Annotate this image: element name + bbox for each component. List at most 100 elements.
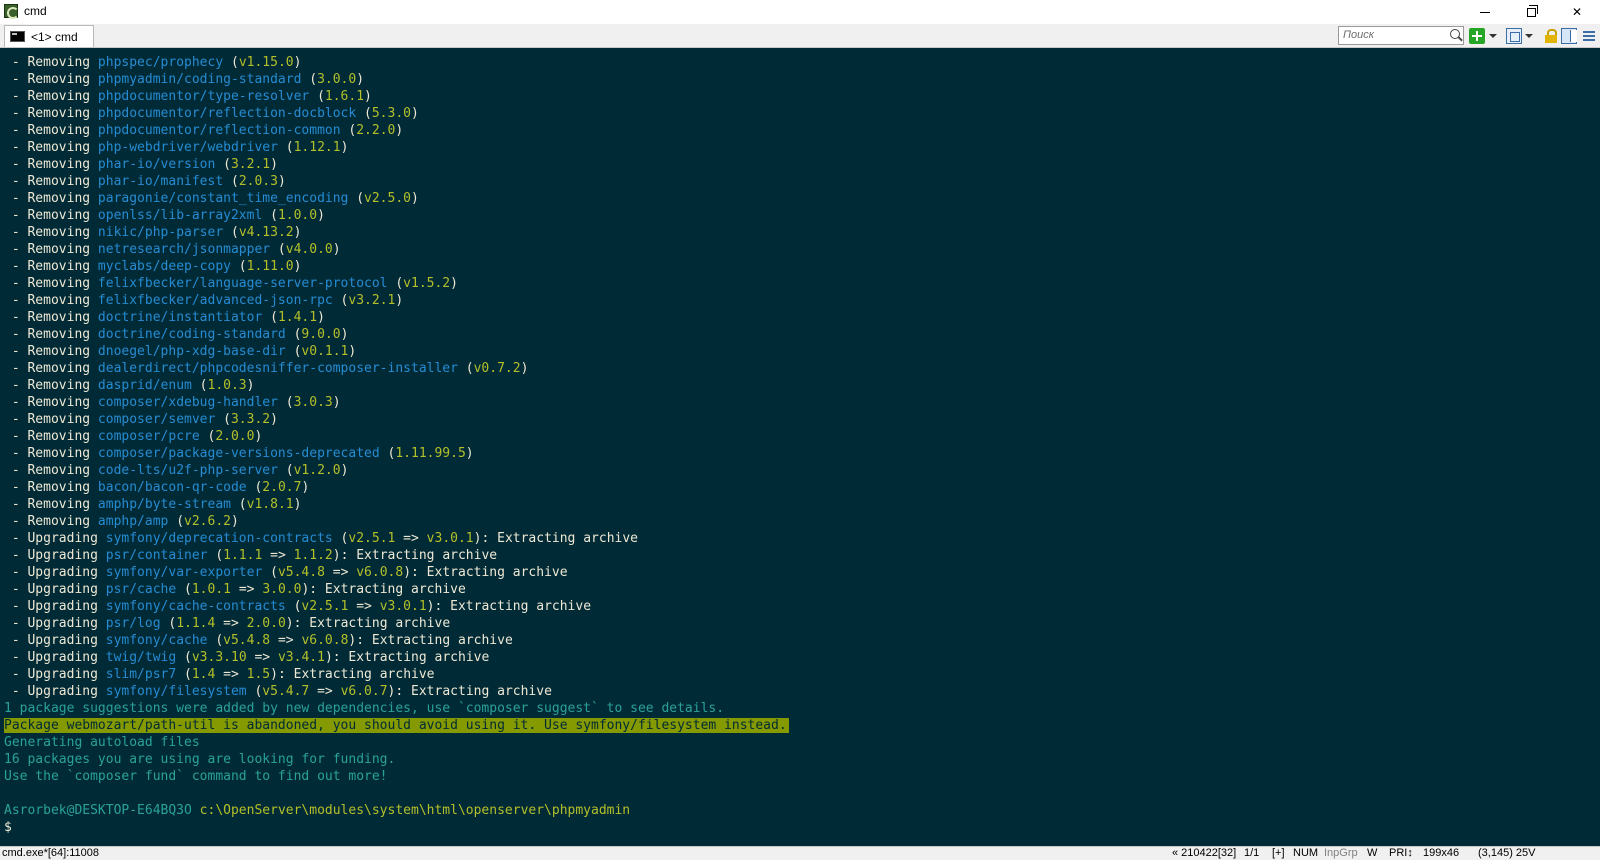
package-name: phpdocumentor/reflection-docblock — [97, 106, 357, 121]
package-version: v1.2.0 — [293, 463, 341, 478]
action-label: - Removing — [4, 276, 98, 291]
console-line: - Removing nikic/php-parser (v4.13.2) — [4, 225, 302, 240]
status-w[interactable]: W — [1367, 847, 1377, 860]
package-version: 3.3.2 — [230, 412, 271, 427]
console-line: - Removing phar-io/manifest (2.0.3) — [4, 174, 286, 189]
search-input[interactable]: Поиск — [1338, 26, 1464, 45]
dropdown-icon[interactable] — [1489, 34, 1497, 38]
console-line: - Removing openlss/lib-array2xml (1.0.0) — [4, 208, 325, 223]
version-from: v5.4.8 — [277, 565, 325, 580]
version-from: 1.4 — [191, 667, 216, 682]
upgrade-suffix: ): Extracting archive — [348, 633, 513, 648]
console-line: 1 package suggestions were added by new … — [4, 700, 789, 717]
package-version: 2.2.0 — [356, 123, 396, 138]
package-name: slim/psr7 — [105, 667, 177, 682]
status-bar: cmd.exe*[64]:11008 « 210422[32] 1/1 [+] … — [0, 846, 1600, 860]
action-label: - Removing — [4, 514, 98, 529]
version-to: v6.0.8 — [301, 633, 349, 648]
console-line: Package webmozart/path-util is abandoned… — [4, 717, 789, 734]
package-name: symfony/filesystem — [105, 684, 247, 699]
version-to: 3.0.0 — [262, 582, 302, 597]
search-icon[interactable] — [1450, 29, 1460, 39]
package-name: netresearch/jsonmapper — [97, 242, 271, 257]
package-name: paragonie/constant_time_encoding — [97, 191, 349, 206]
action-label: - Removing — [4, 72, 98, 87]
package-name: phpdocumentor/type-resolver — [97, 89, 310, 104]
console-line: - Upgrading symfony/cache (v5.4.8 => v6.… — [4, 633, 513, 648]
action-label: - Upgrading — [4, 684, 106, 699]
console-line: - Removing phpdocumentor/reflection-comm… — [4, 123, 404, 138]
console-line: - Removing dnoegel/php-xdg-base-dir (v0.… — [4, 344, 357, 359]
console-line: - Removing dasprid/enum (1.0.3) — [4, 378, 255, 393]
action-label: - Upgrading — [4, 565, 106, 580]
version-from: v5.4.7 — [262, 684, 310, 699]
package-name: dasprid/enum — [97, 378, 192, 393]
package-version: v0.1.1 — [301, 344, 349, 359]
menu-icon[interactable] — [1581, 28, 1597, 44]
package-name: phpmyadmin/coding-standard — [97, 72, 302, 87]
package-version: 1.6.1 — [324, 89, 365, 104]
package-version: v4.0.0 — [285, 242, 333, 257]
package-name: php-webdriver/webdriver — [97, 140, 278, 155]
minimize-icon — [1480, 11, 1490, 13]
status-plus[interactable]: [+] — [1272, 847, 1285, 860]
title-bar[interactable]: cmd ✕ — [0, 0, 1600, 24]
package-version: 2.0.0 — [215, 429, 255, 444]
action-label: - Upgrading — [4, 616, 106, 631]
action-label: - Removing — [4, 395, 98, 410]
console-line: Generating autoload files — [4, 734, 789, 751]
package-version: 3.2.1 — [230, 157, 271, 172]
input-line[interactable]: $ — [4, 819, 789, 836]
version-to: v6.0.7 — [340, 684, 388, 699]
package-name: phar-io/manifest — [97, 174, 224, 189]
version-to: v6.0.8 — [356, 565, 404, 580]
package-version: 1.12.1 — [293, 140, 341, 155]
package-name: composer/package-versions-deprecated — [97, 446, 380, 461]
package-version: 1.0.3 — [207, 378, 247, 393]
upgrade-suffix: ): Extracting archive — [473, 531, 639, 546]
status-inpgrp[interactable]: InpGrp — [1324, 847, 1358, 860]
package-version: 5.3.0 — [371, 106, 411, 121]
console-line: - Removing paragonie/constant_time_encod… — [4, 191, 419, 206]
action-label: - Upgrading — [4, 633, 106, 648]
console-output[interactable]: - Removing phpspec/prophecy (v1.15.0) - … — [0, 48, 1600, 846]
lock-icon[interactable] — [1543, 28, 1559, 44]
action-label: - Removing — [4, 174, 98, 189]
window-icon[interactable] — [1561, 28, 1577, 44]
status-cursor[interactable]: (3,145) 25V — [1478, 847, 1535, 860]
maximize-button[interactable] — [1508, 0, 1554, 24]
package-name: amphp/amp — [97, 514, 169, 529]
action-label: - Removing — [4, 446, 98, 461]
console-line: - Upgrading symfony/deprecation-contract… — [4, 531, 639, 546]
console-line: - Upgrading symfony/cache-contracts (v2.… — [4, 599, 592, 614]
upgrade-suffix: ): Extracting archive — [426, 599, 592, 614]
action-label: - Removing — [4, 259, 98, 274]
action-label: - Upgrading — [4, 582, 106, 597]
version-to: 1.5 — [246, 667, 271, 682]
console-line: - Removing amphp/amp (v2.6.2) — [4, 514, 239, 529]
package-name: composer/xdebug-handler — [97, 395, 278, 410]
package-name: felixfbecker/advanced-json-rpc — [97, 293, 333, 308]
package-name: symfony/cache-contracts — [105, 599, 286, 614]
status-pri[interactable]: PRI↕ — [1389, 847, 1413, 860]
package-name: psr/cache — [105, 582, 177, 597]
action-label: - Removing — [4, 412, 98, 427]
panels-icon[interactable] — [1506, 28, 1522, 44]
minimize-button[interactable] — [1462, 0, 1508, 24]
console-line: - Removing composer/package-versions-dep… — [4, 446, 474, 461]
dropdown-icon[interactable] — [1525, 34, 1533, 38]
status-process: cmd.exe*[64]:11008 — [2, 847, 100, 859]
tab-cmd[interactable]: <1> cmd — [4, 25, 94, 47]
console-line: - Removing myclabs/deep-copy (1.11.0) — [4, 259, 302, 274]
window-title: cmd — [24, 4, 47, 18]
add-console-icon[interactable] — [1469, 28, 1485, 44]
status-size[interactable]: 199x46 — [1423, 847, 1459, 860]
action-label: - Removing — [4, 55, 98, 70]
status-num[interactable]: NUM — [1293, 847, 1318, 860]
package-version: 9.0.0 — [301, 327, 341, 342]
action-label: - Removing — [4, 293, 98, 308]
action-label: - Removing — [4, 242, 98, 257]
close-button[interactable]: ✕ — [1554, 0, 1600, 24]
console-lines: - Removing phpspec/prophecy (v1.15.0) - … — [4, 54, 789, 836]
package-name: twig/twig — [105, 650, 177, 665]
